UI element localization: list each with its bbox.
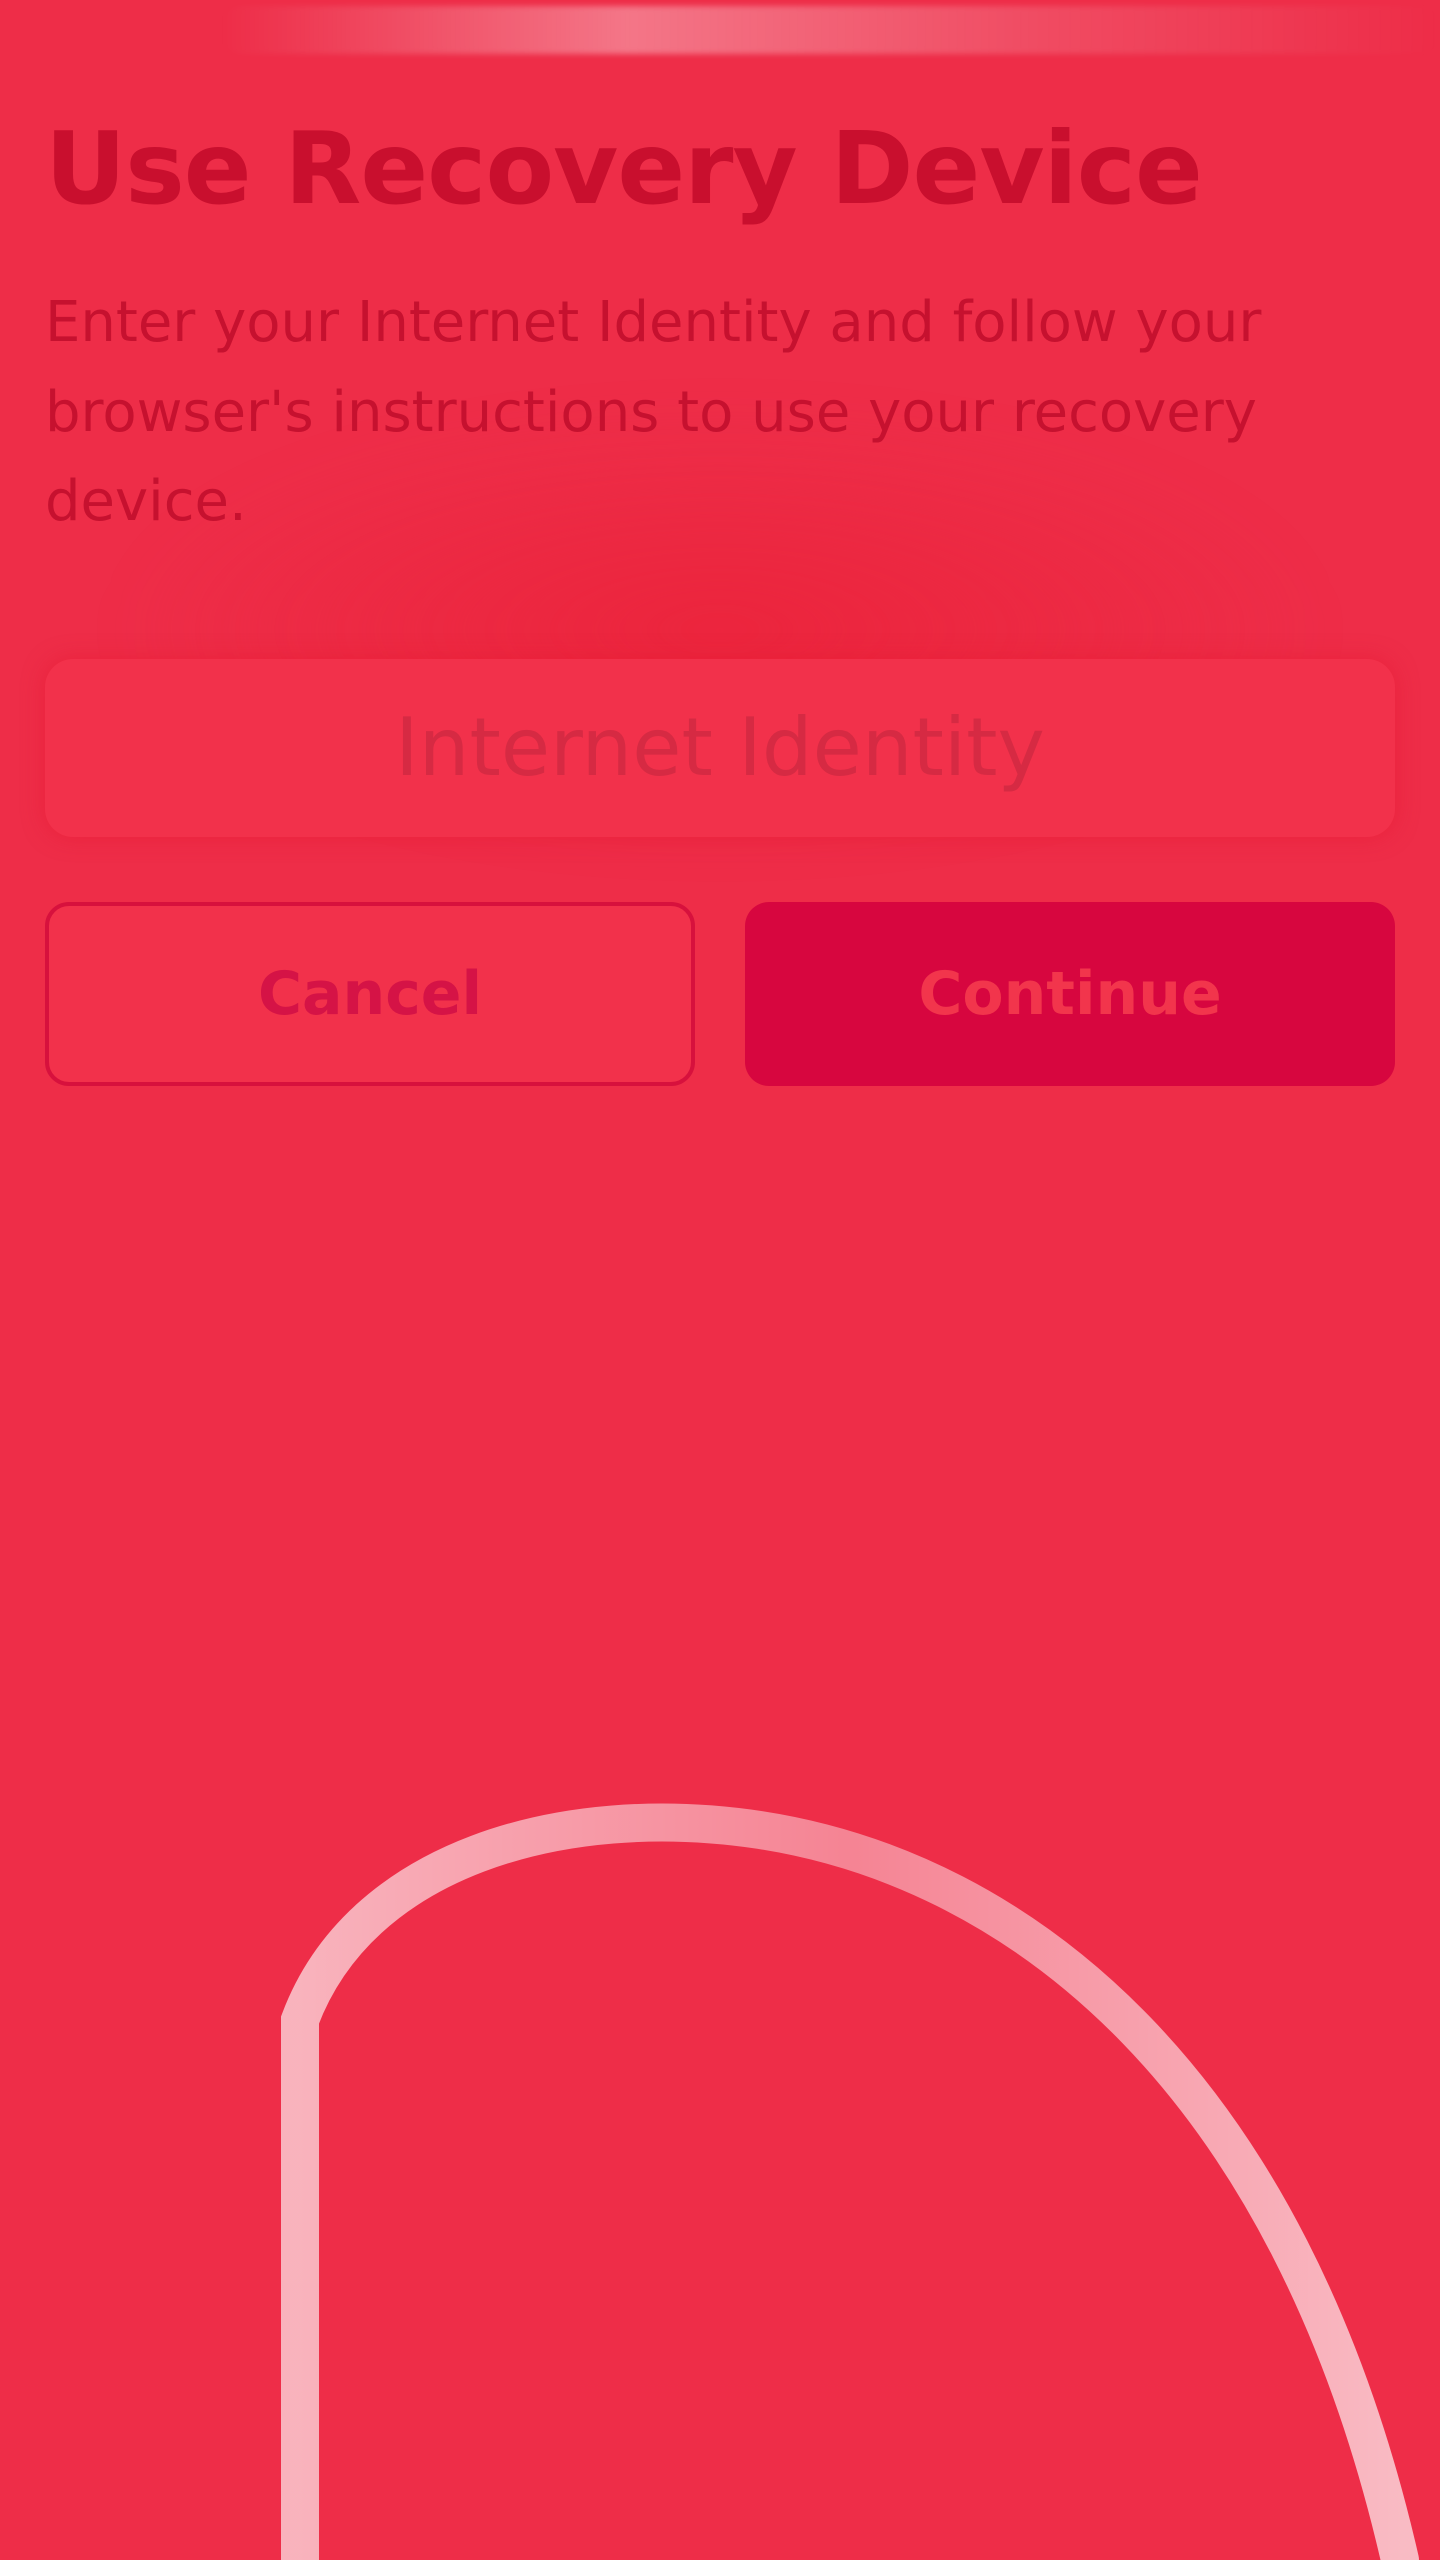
action-buttons: Cancel Continue	[45, 901, 1395, 1086]
page-description: Enter your Internet Identity and follow …	[45, 290, 1262, 535]
continue-button[interactable]: Continue	[745, 901, 1395, 1086]
identity-field-wrapper	[45, 657, 1395, 838]
recovery-dialog: Use Recovery Device Enter your Internet …	[45, 110, 1395, 1086]
page-title: Use Recovery Device	[45, 110, 1203, 227]
background-arc	[281, 1803, 1419, 2560]
cancel-button[interactable]: Cancel	[45, 901, 695, 1086]
background-streak	[220, 6, 1440, 54]
identity-input[interactable]	[45, 657, 1395, 838]
